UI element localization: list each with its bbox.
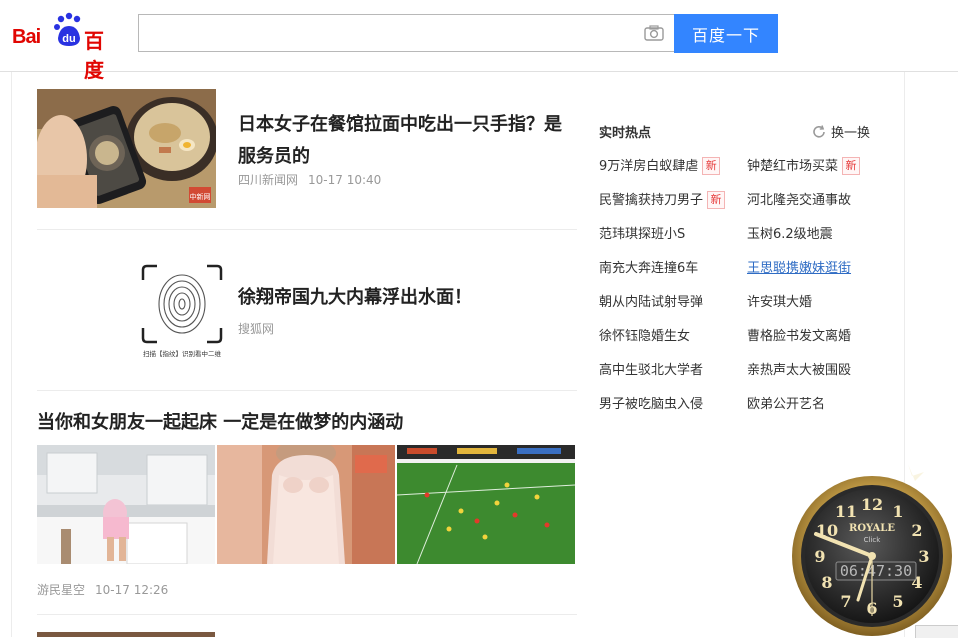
- hot-topic-label: 高中生驳北大学者: [599, 363, 704, 378]
- gallery-image-soccer[interactable]: [397, 445, 575, 564]
- hot-topic-item[interactable]: 玉树6.2级地震: [747, 225, 833, 245]
- hot-topic-item[interactable]: 王思聪携嫩妹逛街: [747, 259, 851, 279]
- news-meta: 游民星空 10-17 12:26: [37, 581, 168, 598]
- news-item[interactable]: 中新网 日本女子在餐馆拉面中吃出一只手指？是服务员的 四川新闻网 10-17 10…: [37, 89, 577, 209]
- clock-numeral: 8: [821, 573, 832, 592]
- hot-topics-title: 实时热点: [599, 126, 652, 141]
- news-item[interactable]: 扫描【指纹】识别看中二维 徐翔帝国九大内幕浮出水面！ 搜狐网: [37, 250, 577, 370]
- hot-topic-label: 曹格脸书发文离婚: [747, 329, 852, 344]
- news-title[interactable]: 徐翔帝国九大内幕浮出水面！: [238, 282, 472, 314]
- clock-digital-time: 06:47:30: [840, 562, 912, 580]
- hot-topic-item[interactable]: 范玮琪探班小S: [599, 225, 685, 245]
- hot-topic-item[interactable]: 河北隆尧交通事故: [747, 191, 851, 211]
- camera-icon[interactable]: [644, 25, 664, 41]
- hot-topic-label: 南充大奔连撞6车: [599, 261, 699, 276]
- scrollbar-corner[interactable]: [915, 625, 958, 638]
- hot-topic-label: 许安琪大婚: [747, 295, 813, 310]
- hot-topic-label: 民警擒获持刀男子: [599, 193, 704, 208]
- news-divider: [37, 614, 577, 615]
- logo-text-cn: 百度: [84, 29, 104, 82]
- hot-topic-label: 欧弟公开艺名: [747, 397, 826, 412]
- paw-icon: du: [54, 12, 81, 46]
- hot-topic-label: 朝从内陆试射导弹: [599, 295, 704, 310]
- clock-brand: ROYALE: [849, 523, 895, 534]
- hot-topic-item[interactable]: 钟楚红市场买菜新: [747, 157, 861, 177]
- next-news-thumbnail[interactable]: [37, 632, 215, 637]
- news-title[interactable]: 日本女子在餐馆拉面中吃出一只手指？是服务员的: [238, 109, 573, 173]
- content-frame-left: [11, 72, 12, 637]
- image-caption: 扫描【指纹】识别看中二维: [143, 349, 222, 358]
- hot-topic-label: 王思聪携嫩妹逛街: [747, 261, 852, 276]
- refresh-button[interactable]: 换一换: [811, 122, 870, 141]
- news-source: 四川新闻网: [238, 173, 299, 187]
- clock-numeral: 7: [840, 592, 851, 611]
- clock-subbrand: Click: [864, 536, 882, 544]
- news-meta: 四川新闻网 10-17 10:40: [238, 171, 381, 188]
- logo-text-du: du: [62, 33, 75, 45]
- hot-topic-item[interactable]: 朝从内陆试射导弹: [599, 293, 703, 313]
- hot-topics-header: 实时热点 换一换: [599, 118, 874, 146]
- hot-topic-label: 钟楚红市场买菜: [747, 159, 839, 174]
- hot-topic-label: 亲热声太大被围殴: [747, 363, 852, 378]
- new-badge: 新: [842, 157, 861, 175]
- image-watermark: 中新网: [190, 192, 211, 201]
- clock-numeral: 11: [835, 502, 857, 521]
- hot-topic-label: 9万洋房白蚁肆虐: [599, 159, 699, 174]
- hot-topic-label: 徐怀钰隐婚生女: [599, 329, 691, 344]
- news-gallery[interactable]: [37, 445, 577, 565]
- news-source: 搜狐网: [238, 322, 275, 336]
- news-time: 10-17 12:26: [95, 583, 169, 597]
- search-button[interactable]: 百度一下: [674, 14, 778, 53]
- hot-topic-item[interactable]: 徐怀钰隐婚生女: [599, 327, 690, 347]
- hot-topic-item[interactable]: 欧弟公开艺名: [747, 395, 825, 415]
- logo-text-bai: Bai: [12, 26, 41, 48]
- news-title[interactable]: 当你和女朋友一起起床 一定是在做梦的内涵动: [37, 407, 403, 439]
- hot-topic-item[interactable]: 许安琪大婚: [747, 293, 812, 313]
- hot-topic-item[interactable]: 高中生驳北大学者: [599, 361, 703, 381]
- refresh-label: 换一换: [830, 126, 870, 141]
- hot-topic-item[interactable]: 民警擒获持刀男子新: [599, 191, 726, 211]
- news-meta: 搜狐网: [238, 320, 274, 337]
- top-header: Bai du 百度 百度一下: [0, 0, 958, 82]
- clock-numeral: 9: [814, 547, 825, 566]
- new-badge: 新: [702, 157, 721, 175]
- news-divider: [37, 390, 577, 391]
- news-divider: [37, 229, 577, 230]
- hot-topic-label: 河北隆尧交通事故: [747, 193, 852, 208]
- desktop-clock-widget[interactable]: 12 1234567891011 ROYALE Click 06:47:30: [790, 462, 958, 637]
- clock-numeral: 3: [918, 547, 929, 566]
- news-thumbnail[interactable]: 中新网: [37, 89, 216, 208]
- clock-numeral: 12: [861, 495, 883, 514]
- baidu-logo[interactable]: Bai du 百度: [12, 12, 116, 82]
- gallery-image-kitchen[interactable]: [37, 445, 215, 564]
- hot-topic-item[interactable]: 9万洋房白蚁肆虐新: [599, 157, 721, 177]
- news-thumbnail[interactable]: 扫描【指纹】识别看中二维: [137, 262, 227, 362]
- hot-topic-label: 男子被吃脑虫入侵: [599, 397, 704, 412]
- hot-topics-panel: 实时热点 换一换 9万洋房白蚁肆虐新钟楚红市场买菜新民警擒获持刀男子新河北隆尧交…: [599, 118, 874, 412]
- hot-topic-label: 范玮琪探班小S: [599, 227, 686, 242]
- hot-topic-item[interactable]: 男子被吃脑虫入侵: [599, 395, 703, 415]
- gallery-image-woman[interactable]: [217, 445, 395, 564]
- refresh-icon: [813, 124, 825, 138]
- hot-topic-item[interactable]: 曹格脸书发文离婚: [747, 327, 851, 347]
- hot-topic-item[interactable]: 南充大奔连撞6车: [599, 259, 698, 279]
- hot-topic-item[interactable]: 亲热声太大被围殴: [747, 361, 851, 381]
- new-badge: 新: [707, 191, 726, 209]
- search-input[interactable]: [138, 14, 674, 52]
- news-source: 游民星空: [37, 583, 86, 597]
- hot-topic-label: 玉树6.2级地震: [747, 227, 833, 242]
- clock-numeral: 1: [892, 502, 903, 521]
- news-time: 10-17 10:40: [308, 173, 382, 187]
- clock-numeral: 5: [892, 592, 903, 611]
- clock-numeral: 2: [911, 521, 922, 540]
